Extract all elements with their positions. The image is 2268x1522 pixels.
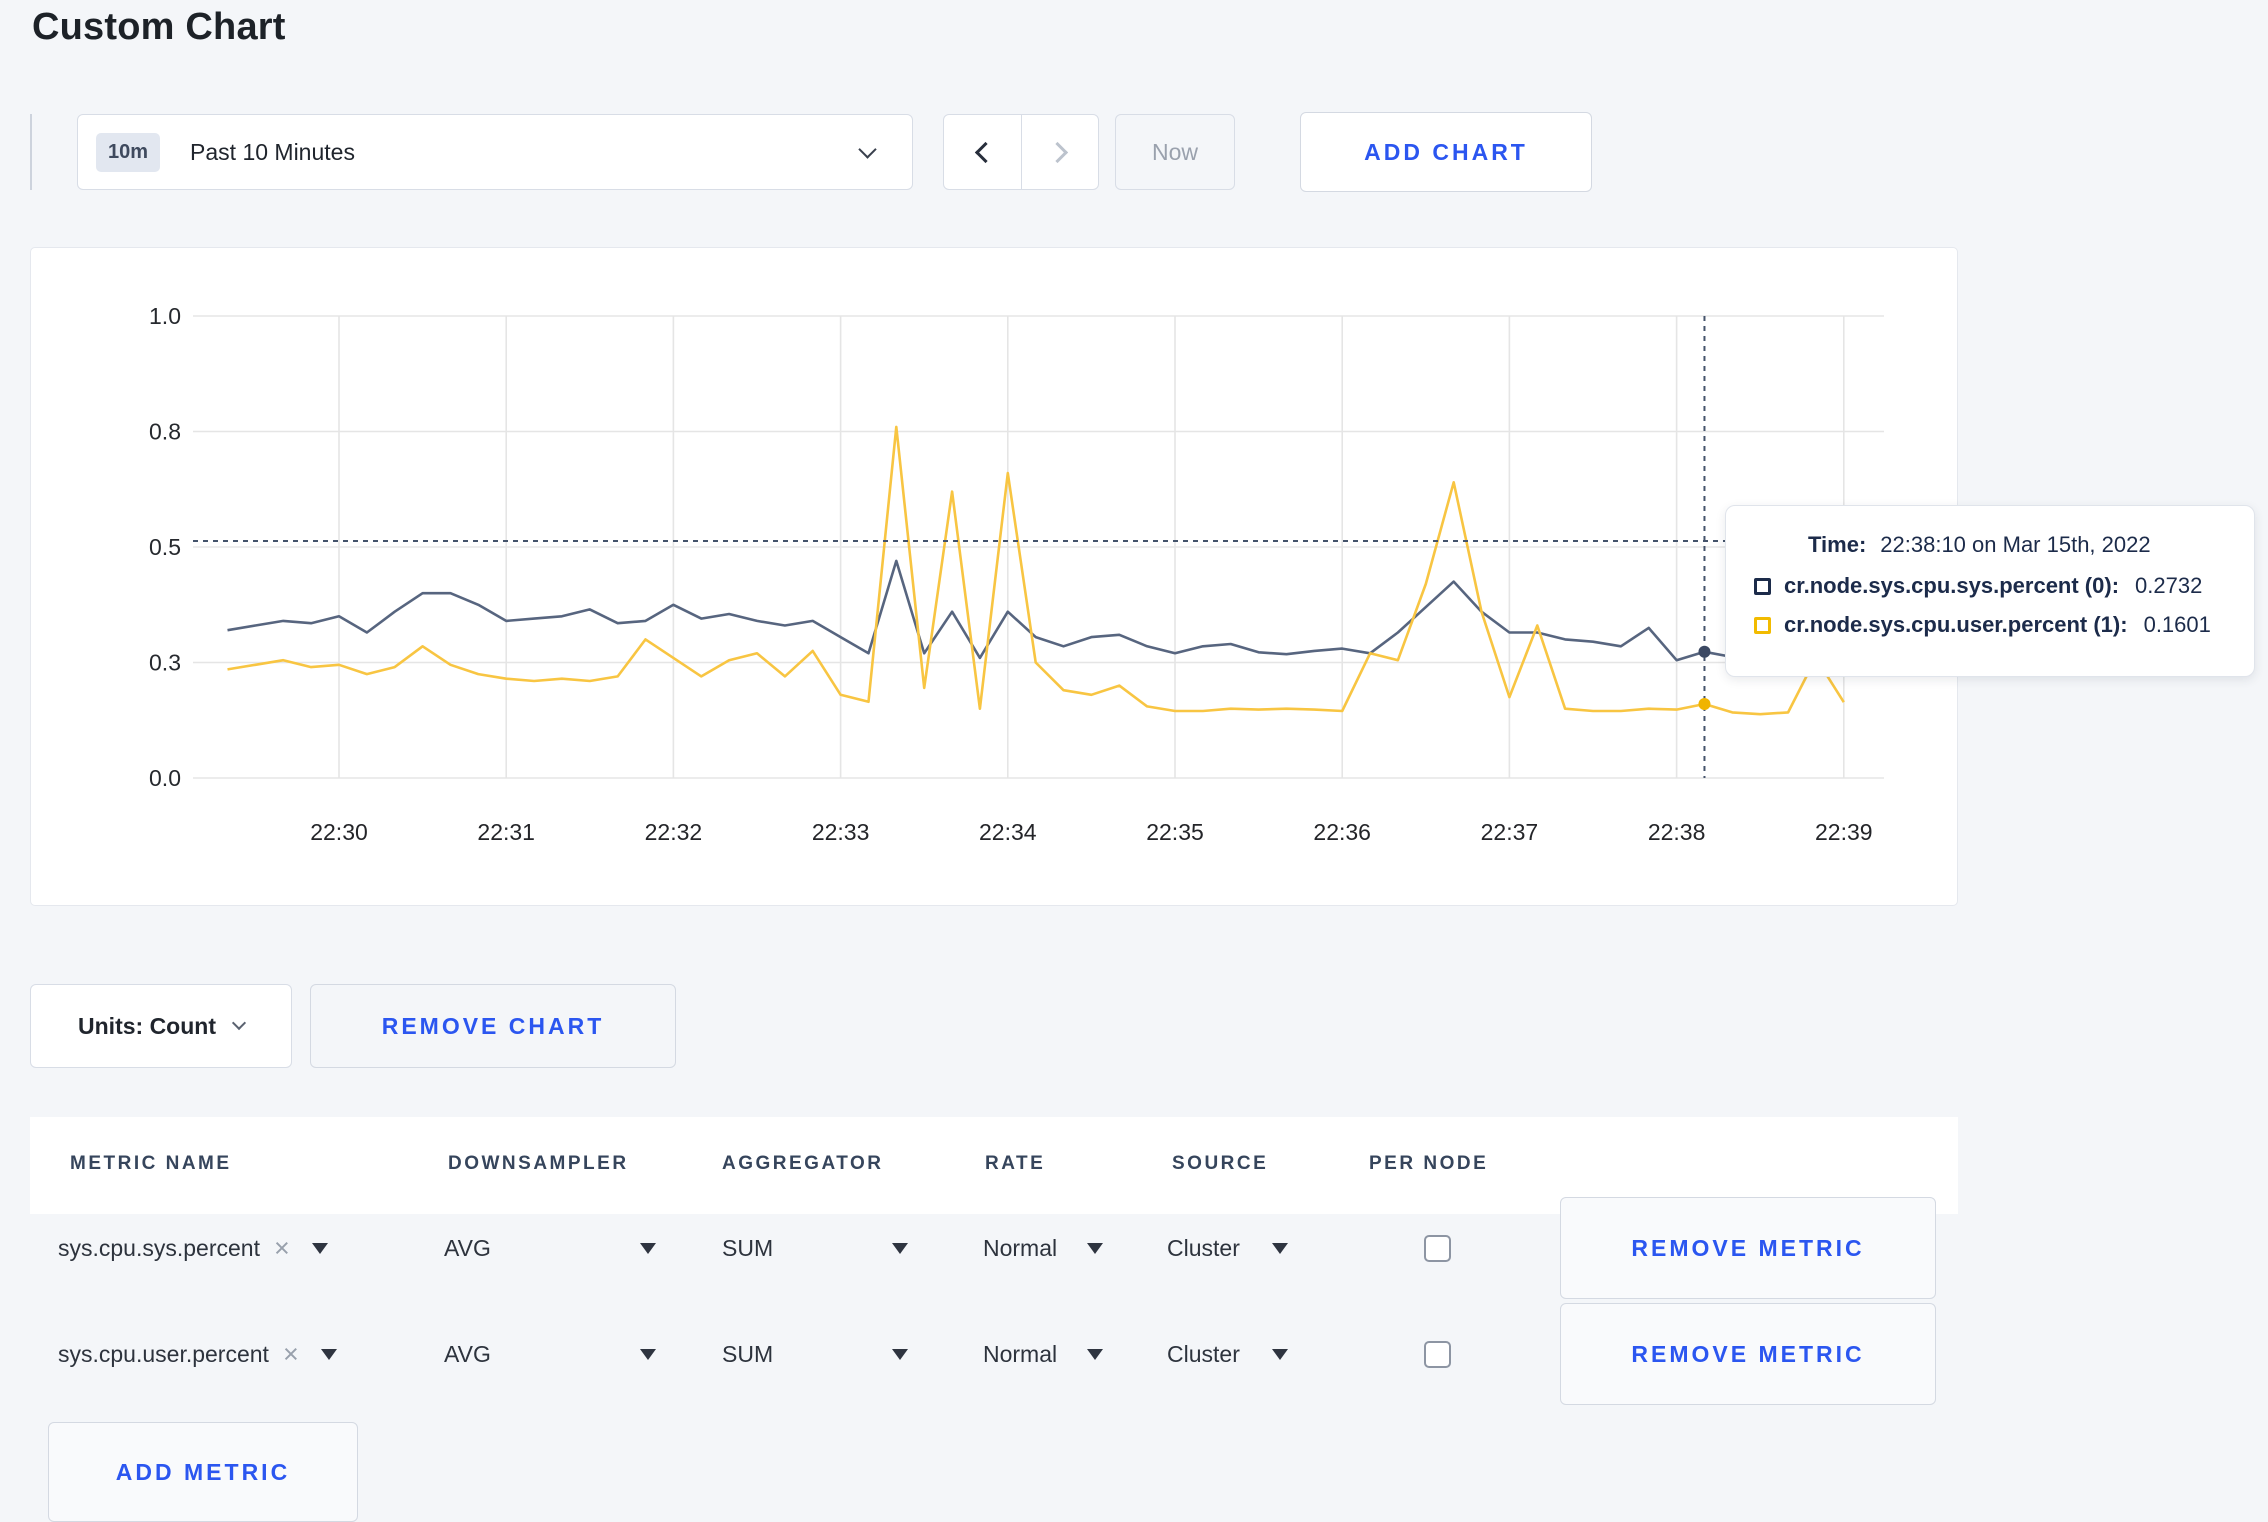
tooltip-series-0-name: cr.node.sys.cpu.sys.percent (0): [1784, 573, 2120, 598]
source-select[interactable]: Cluster [1167, 1197, 1288, 1299]
chart-hover-tooltip: Time: 22:38:10 on Mar 15th, 2022 cr.node.… [1725, 505, 2255, 677]
time-nav-group [943, 114, 1099, 190]
caret-down-icon [1272, 1242, 1288, 1254]
x-tick-label: 22:36 [1313, 819, 1371, 845]
timeseries-chart[interactable]: 0.0 0.3 0.5 0.8 1.0 22:30 22:31 22:32 22:33 22:34… [31, 248, 1959, 905]
hover-dot-series-0 [1698, 645, 1711, 658]
rate-select-value: Normal [983, 1234, 1058, 1261]
aggregator-select[interactable]: SUM [722, 1197, 908, 1299]
aggregator-select[interactable]: SUM [722, 1303, 908, 1405]
column-header-aggregator: AGGREGATOR [722, 1153, 884, 1174]
source-select-value: Cluster [1167, 1340, 1240, 1367]
x-tick-label: 22:37 [1481, 819, 1539, 845]
tooltip-series-1-value: 0.1601 [2143, 612, 2211, 637]
tooltip-time-value: 22:38:10 on Mar 15th, 2022 [1880, 532, 2151, 557]
time-window-badge: 10m [96, 132, 161, 172]
downsampler-select[interactable]: AVG [444, 1303, 656, 1405]
metric-row: sys.cpu.user.percent × AVG SUM Normal Cluster… [0, 1303, 2268, 1405]
aggregator-select-value: SUM [722, 1234, 774, 1261]
chevron-down-icon [231, 1015, 247, 1031]
metric-row: sys.cpu.sys.percent × AVG SUM Normal Cluster R… [0, 1197, 2268, 1299]
tooltip-time-label: Time: [1808, 532, 1867, 557]
series-line-0 [227, 559, 1844, 662]
caret-down-icon [640, 1242, 656, 1254]
x-tick-label: 22:39 [1815, 819, 1873, 845]
rate-select-value: Normal [983, 1340, 1058, 1367]
series-1-swatch-icon [1754, 616, 1771, 634]
per-node-cell [1424, 1303, 1451, 1405]
now-button[interactable]: Now [1115, 114, 1235, 190]
toolbar-divider [30, 114, 32, 190]
aggregator-select-value: SUM [722, 1340, 774, 1367]
column-header-metric-name: METRIC NAME [70, 1153, 232, 1174]
remove-chart-button[interactable]: REMOVE CHART [310, 984, 676, 1068]
per-node-checkbox[interactable] [1424, 1340, 1451, 1368]
caret-down-icon [1087, 1348, 1103, 1360]
tooltip-series-0-value: 0.2732 [2135, 573, 2203, 598]
clear-metric-icon[interactable]: × [283, 1339, 299, 1370]
time-range-dropdown[interactable]: 10m Past 10 Minutes [77, 114, 913, 190]
y-tick-label: 0.8 [149, 419, 181, 445]
metric-name-value: sys.cpu.user.percent [58, 1340, 269, 1367]
downsampler-select-value: AVG [444, 1234, 491, 1261]
downsampler-select-value: AVG [444, 1340, 491, 1367]
time-next-button[interactable] [1021, 115, 1098, 189]
y-tick-label: 0.5 [149, 534, 181, 560]
y-tick-label: 0.3 [149, 650, 181, 676]
add-metric-button[interactable]: ADD METRIC [48, 1422, 358, 1522]
clear-metric-icon[interactable]: × [274, 1233, 290, 1264]
chevron-right-icon [1046, 141, 1068, 163]
tooltip-series-1-name: cr.node.sys.cpu.user.percent (1): [1784, 612, 2128, 637]
add-chart-button[interactable]: ADD CHART [1300, 112, 1592, 192]
column-header-downsampler: DOWNSAMPLER [448, 1153, 629, 1174]
per-node-cell [1424, 1197, 1451, 1299]
column-header-per-node: PER NODE [1369, 1153, 1489, 1174]
per-node-checkbox[interactable] [1424, 1234, 1451, 1262]
caret-down-icon [1272, 1348, 1288, 1360]
x-tick-label: 22:33 [812, 819, 870, 845]
y-tick-label: 1.0 [149, 303, 181, 329]
column-header-source: SOURCE [1172, 1153, 1269, 1174]
x-tick-label: 22:31 [477, 819, 535, 845]
x-tick-label: 22:34 [979, 819, 1037, 845]
rate-select[interactable]: Normal [983, 1303, 1103, 1405]
units-dropdown[interactable]: Units: Count [30, 984, 292, 1068]
remove-metric-button[interactable]: REMOVE METRIC [1560, 1303, 1936, 1405]
series-line-1 [227, 425, 1845, 716]
page-title: Custom Chart [32, 6, 286, 48]
chart-card: 0.0 0.3 0.5 0.8 1.0 22:30 22:31 22:32 22:33 22:34… [30, 247, 1958, 906]
units-label: Units: Count [78, 1012, 216, 1039]
x-tick-label: 22:38 [1648, 819, 1706, 845]
rate-select[interactable]: Normal [983, 1197, 1103, 1299]
metric-name-dropdown[interactable]: sys.cpu.sys.percent × [58, 1197, 328, 1299]
x-tick-label: 22:35 [1146, 819, 1204, 845]
caret-down-icon [320, 1348, 337, 1360]
downsampler-select[interactable]: AVG [444, 1197, 656, 1299]
caret-down-icon [640, 1348, 656, 1360]
source-select-value: Cluster [1167, 1234, 1240, 1261]
caret-down-icon [1087, 1242, 1103, 1254]
remove-metric-button[interactable]: REMOVE METRIC [1560, 1197, 1936, 1299]
time-window-label: Past 10 Minutes [190, 138, 355, 165]
caret-down-icon [892, 1348, 908, 1360]
source-select[interactable]: Cluster [1167, 1303, 1288, 1405]
series-0-swatch-icon [1754, 577, 1771, 595]
caret-down-icon [311, 1242, 328, 1254]
time-prev-button[interactable] [944, 115, 1021, 189]
x-tick-label: 22:30 [310, 819, 368, 845]
x-tick-label: 22:32 [645, 819, 703, 845]
caret-down-icon [892, 1242, 908, 1254]
chevron-down-icon [858, 140, 877, 159]
metric-name-dropdown[interactable]: sys.cpu.user.percent × [58, 1303, 337, 1405]
column-header-rate: RATE [985, 1153, 1046, 1174]
metric-name-value: sys.cpu.sys.percent [58, 1234, 260, 1261]
y-tick-label: 0.0 [149, 765, 181, 791]
hover-dot-series-1 [1698, 698, 1711, 711]
chevron-left-icon [974, 141, 997, 163]
